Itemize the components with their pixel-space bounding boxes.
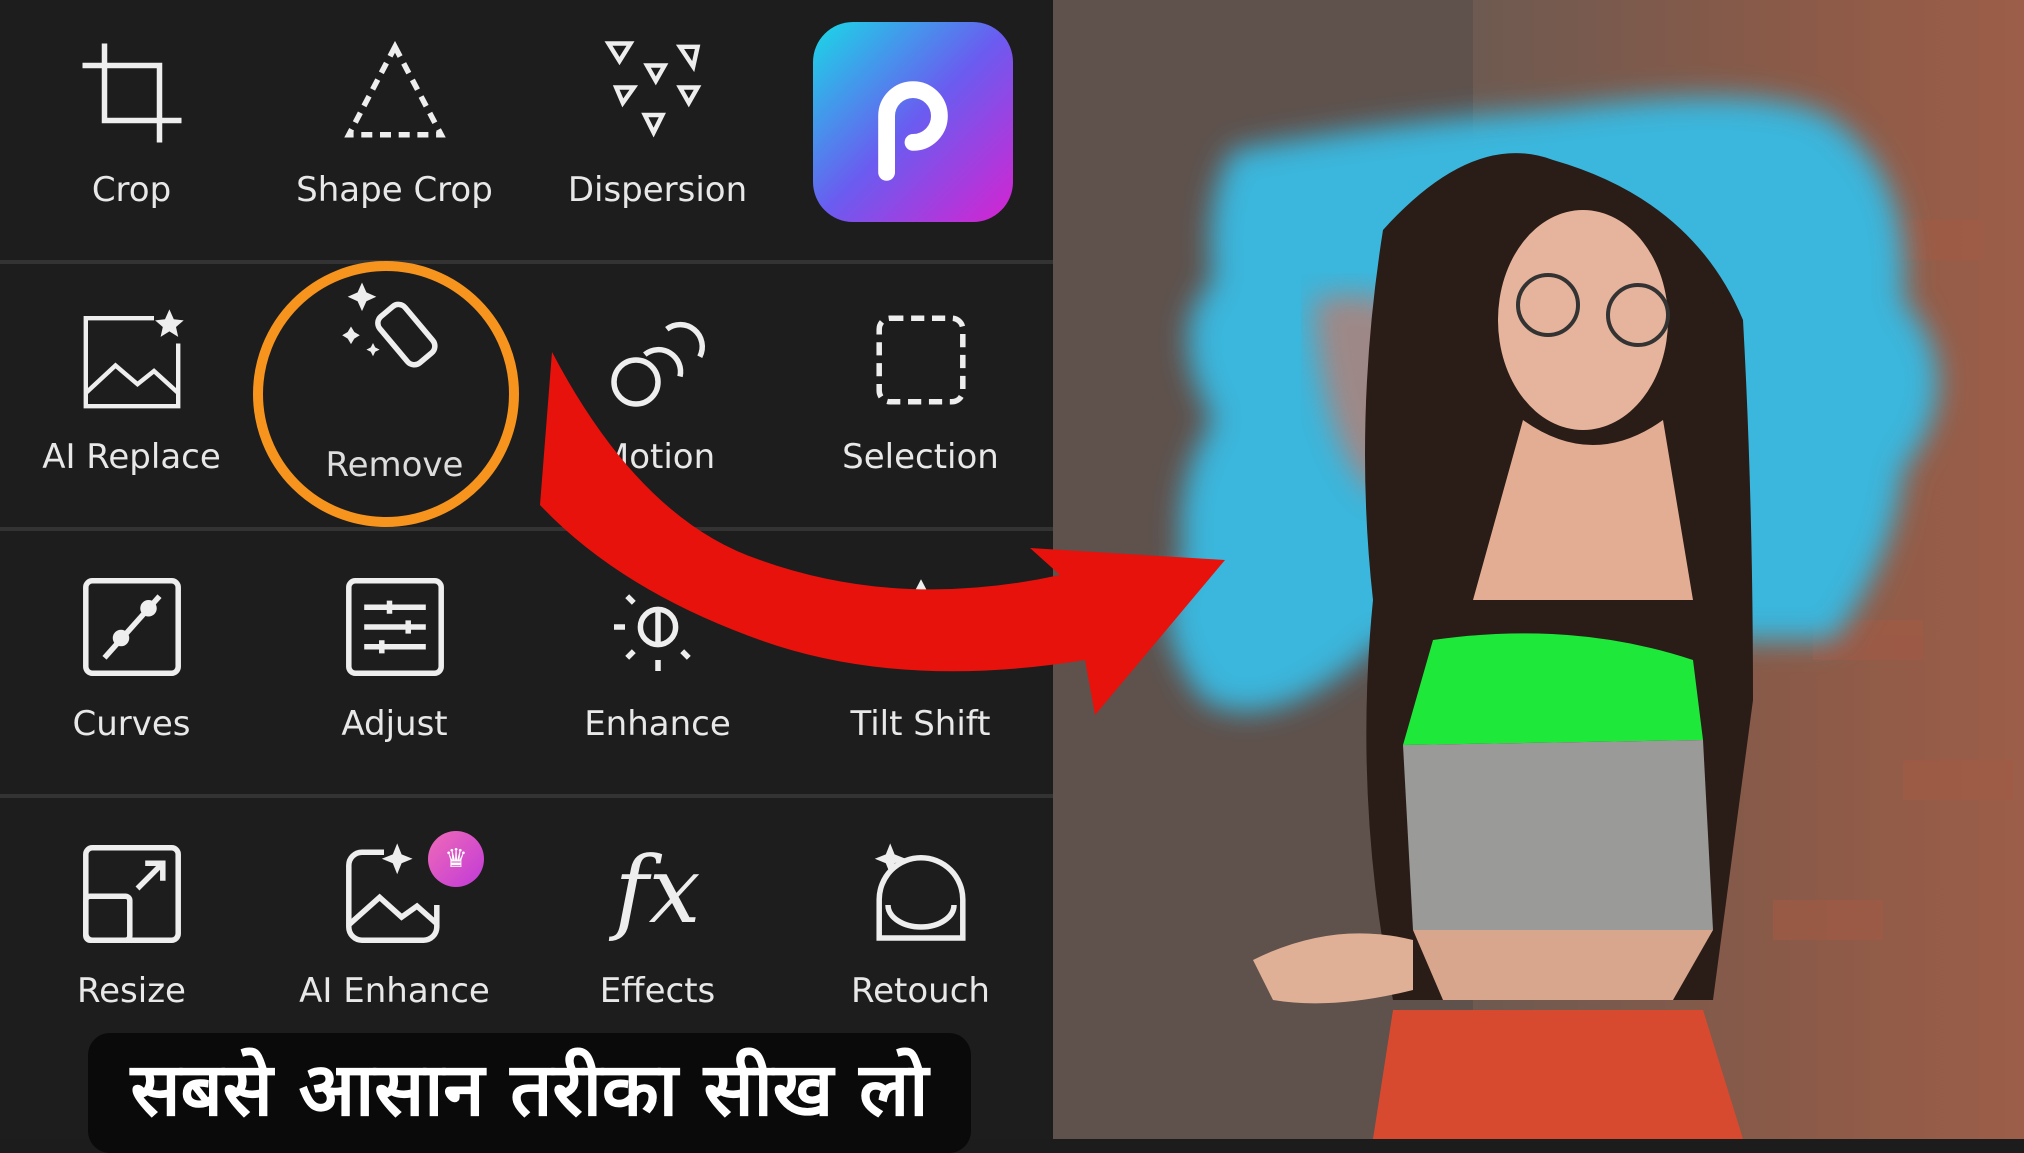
crop-icon (82, 43, 181, 143)
eraser-icon (341, 282, 438, 368)
premium-crown-badge: ♛ (428, 831, 484, 887)
dispersion-icon (604, 41, 701, 138)
tool-ai-enhance[interactable]: ♛ AI Enhance (263, 801, 526, 1068)
tool-label: Curves (72, 704, 191, 744)
tool-label: Tilt Shift (850, 704, 991, 744)
tool-label: Enhance (584, 704, 731, 744)
tool-label: Retouch (851, 971, 990, 1011)
selection-icon (875, 315, 966, 405)
tool-adjust[interactable]: Adjust (263, 534, 526, 801)
tool-remove[interactable]: Remove (263, 267, 526, 534)
hindi-caption-banner: सबसे आसान तरीका सीख लो (88, 1033, 971, 1153)
retouch-icon (874, 843, 966, 941)
shape-crop-icon (343, 40, 446, 138)
tool-label: Adjust (341, 704, 448, 744)
tool-crop[interactable]: Crop (0, 0, 263, 267)
tool-label: Remove (325, 445, 464, 485)
tool-label: Resize (77, 971, 186, 1011)
tool-tilt-shift[interactable]: Tilt Shift (789, 534, 1052, 801)
photo-preview (1053, 0, 2024, 1139)
woman-portrait-image (1053, 0, 2013, 1139)
tool-enhance[interactable]: Enhance (526, 534, 789, 801)
resize-icon (82, 845, 181, 943)
picsart-logo (813, 22, 1013, 222)
tools-panel: Crop Shape Crop Dispersion AI Replace Re… (0, 0, 1053, 1153)
ai-replace-icon (83, 309, 184, 409)
tool-label: Crop (91, 170, 172, 210)
tool-selection[interactable]: Selection (789, 267, 1052, 534)
tool-motion[interactable]: Motion (526, 267, 789, 534)
enhance-icon (613, 594, 691, 671)
motion-icon (610, 321, 705, 407)
adjust-icon (345, 578, 444, 676)
tool-label: Motion (599, 437, 716, 477)
tool-curves[interactable]: Curves (0, 534, 263, 801)
tool-shape-crop[interactable]: Shape Crop (263, 0, 526, 267)
tool-label: Dispersion (567, 170, 748, 210)
tool-label: Selection (842, 437, 999, 477)
tool-dispersion[interactable]: Dispersion (526, 0, 789, 267)
tool-ai-replace[interactable]: AI Replace (0, 267, 263, 534)
tool-label: AI Enhance (299, 971, 490, 1011)
curves-icon (82, 578, 181, 676)
tilt-shift-icon (882, 579, 959, 652)
tool-resize[interactable]: Resize (0, 801, 263, 1068)
fx-icon: fx (614, 837, 701, 944)
tool-label: Effects (599, 971, 716, 1011)
tool-retouch[interactable]: Retouch (789, 801, 1052, 1068)
tool-label: AI Replace (42, 437, 221, 477)
tool-label: Shape Crop (296, 170, 493, 210)
tool-effects[interactable]: fx Effects (526, 801, 789, 1068)
